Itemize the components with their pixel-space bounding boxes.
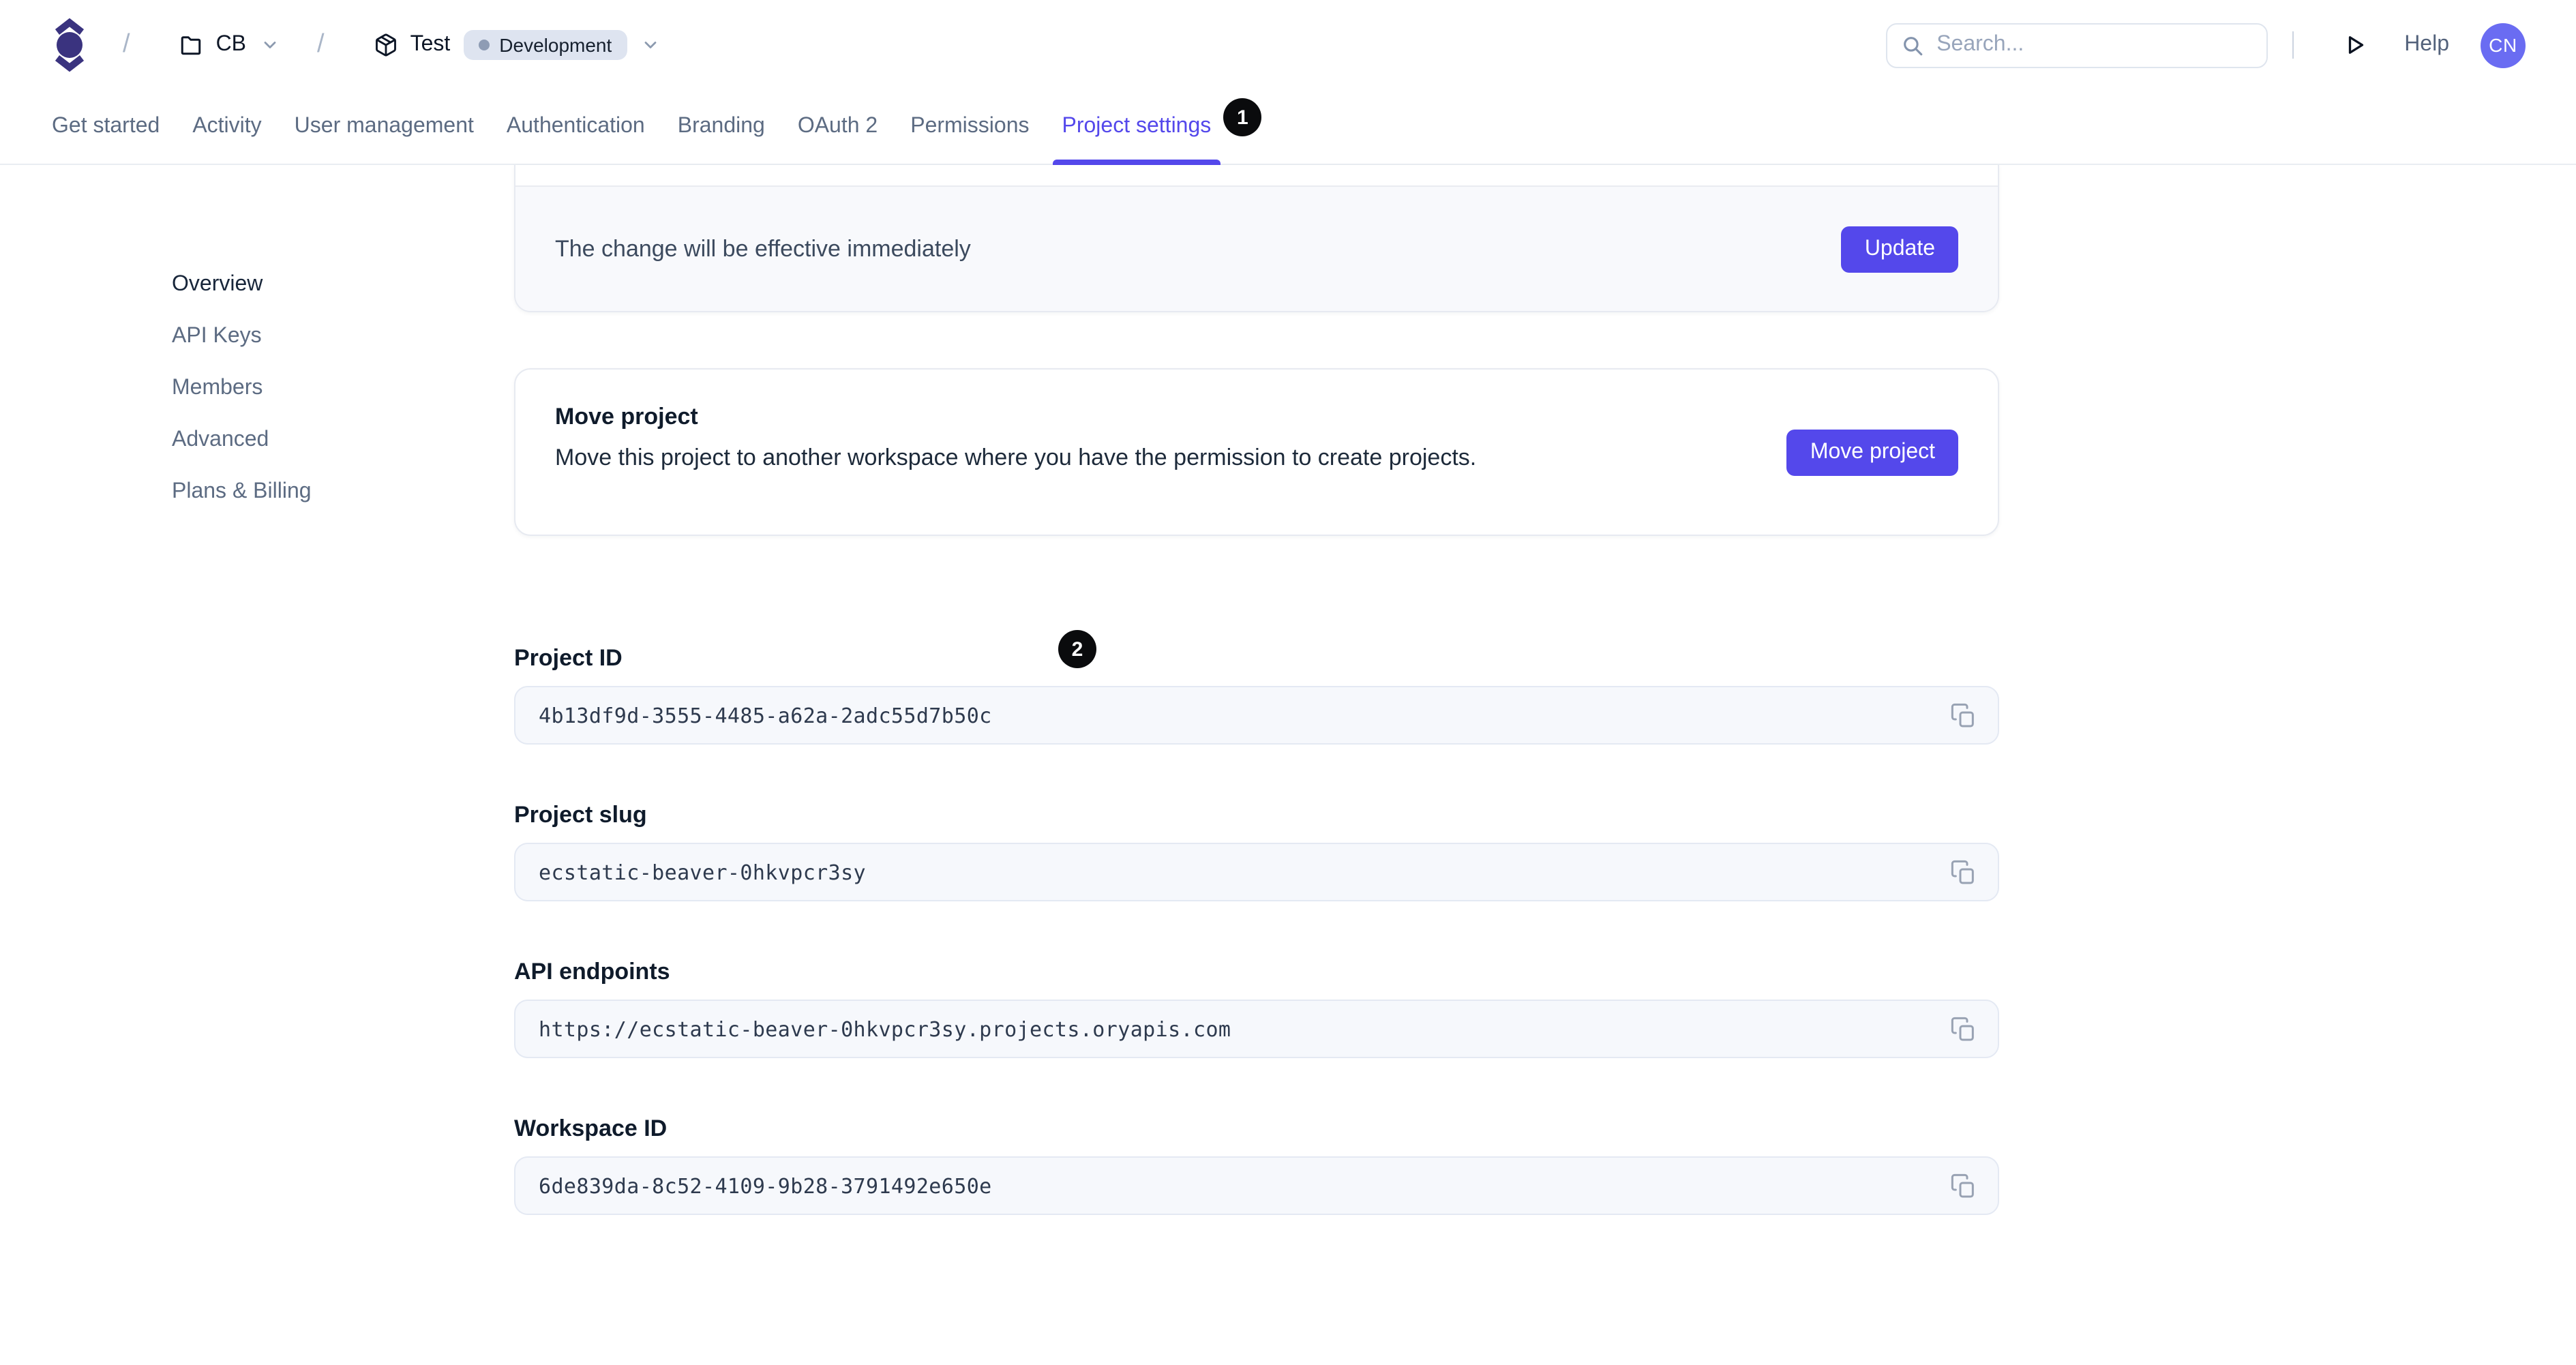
copy-button[interactable] [1950,702,1977,729]
field-label: Project slug [514,802,647,828]
chevron-down-icon [640,35,659,55]
readonly-value-box: 4b13df9d-3555-4485-a62a-2adc55d7b50c [514,686,1999,745]
field-label: API endpoints [514,959,670,985]
package-icon [374,33,398,57]
tab-authentication[interactable]: Authentication [497,90,655,164]
environment-badge-label: Development [499,34,612,56]
project-name: Test [410,33,451,56]
environment-badge: Development [464,30,627,60]
tab-branding[interactable]: Branding [668,90,775,164]
breadcrumb-project[interactable]: Test Development [374,30,660,60]
search-box [1886,22,2268,68]
app-header: / CB / Test Development Search... Help C… [0,0,2576,90]
move-project-title: Move project [555,404,698,430]
annotation-badge-2: 2 [1058,630,1096,668]
field-api-endpoints: API endpoints https://ecstatic-beaver-0h… [514,959,1999,1058]
readonly-value-box: ecstatic-beaver-0hkvpcr3sy [514,843,1999,901]
copy-icon [1951,859,1974,884]
workspace-name: CB [215,33,247,56]
api-endpoint-value: https://ecstatic-beaver-0hkvpcr3sy.proje… [539,1017,1231,1041]
chevron-down-icon [260,35,279,55]
update-card-footer: The change will be effective immediately… [515,187,1998,311]
folder-icon [179,33,204,57]
search-input[interactable] [1886,22,2268,68]
update-card: The change will be effective immediately… [514,165,1999,312]
tab-oauth2[interactable]: OAuth 2 [788,90,887,164]
avatar[interactable]: CN [2481,22,2526,68]
environment-dot-icon [479,40,490,50]
app-window: / CB / Test Development Search... Help C… [0,0,2576,1365]
tab-activity[interactable]: Activity [183,90,271,164]
move-project-button[interactable]: Move project [1786,430,1958,476]
workspace-id-value: 6de839da-8c52-4109-9b28-3791492e650e [539,1173,992,1198]
annotation-badge-1: 1 [1223,98,1262,136]
breadcrumb-separator: / [317,30,325,59]
update-card-body [515,165,1998,187]
ory-logo-icon[interactable] [55,18,85,72]
field-workspace-id: Workspace ID 6de839da-8c52-4109-9b28-379… [514,1115,1999,1215]
tab-get-started[interactable]: Get started [42,90,169,164]
field-project-slug: Project slug ecstatic-beaver-0hkvpcr3sy [514,802,1999,901]
copy-icon [1951,1016,1974,1040]
field-project-id: Project ID 4b13df9d-3555-4485-a62a-2adc5… [514,645,1999,745]
tab-permissions[interactable]: Permissions [901,90,1038,164]
move-project-description: Move this project to another workspace w… [555,445,1477,470]
copy-icon [1951,1173,1974,1197]
help-link[interactable]: Help [2404,33,2449,57]
field-label: Workspace ID [514,1115,668,1141]
field-label: Project ID [514,645,623,671]
move-project-card: Move project Move this project to anothe… [514,368,1999,536]
project-tab-bar: Get started Activity User management Aut… [0,90,2576,165]
breadcrumb-separator: / [123,30,130,59]
settings-sidebar: Overview API Keys Members Advanced Plans… [172,259,458,518]
breadcrumb-workspace[interactable]: CB [179,33,279,57]
copy-button[interactable] [1950,1015,1977,1042]
sidebar-item-overview[interactable]: Overview [172,259,458,311]
project-slug-value: ecstatic-beaver-0hkvpcr3sy [539,860,866,884]
copy-button[interactable] [1950,1172,1977,1199]
sidebar-item-advanced[interactable]: Advanced [172,415,458,466]
update-button[interactable]: Update [1841,226,1958,272]
copy-icon [1951,702,1974,727]
readonly-value-box: 6de839da-8c52-4109-9b28-3791492e650e [514,1156,1999,1215]
tab-user-management[interactable]: User management [285,90,483,164]
project-info-fields: Project ID 4b13df9d-3555-4485-a62a-2adc5… [514,645,1999,1215]
copy-button[interactable] [1950,858,1977,886]
sidebar-item-api-keys[interactable]: API Keys [172,311,458,363]
tab-project-settings[interactable]: Project settings 1 [1052,90,1262,165]
play-icon [2349,36,2364,54]
sidebar-item-members[interactable]: Members [172,363,458,415]
play-button[interactable] [2343,33,2367,57]
search-icon [1904,36,1923,55]
update-note: The change will be effective immediately [555,235,971,261]
header-divider [2292,31,2294,59]
sidebar-item-plans-billing[interactable]: Plans & Billing [172,466,458,518]
settings-content: The change will be effective immediately… [514,165,1999,1215]
project-id-value: 4b13df9d-3555-4485-a62a-2adc55d7b50c [539,703,992,728]
tab-project-settings-label: Project settings [1062,115,1212,138]
readonly-value-box: https://ecstatic-beaver-0hkvpcr3sy.proje… [514,1000,1999,1058]
